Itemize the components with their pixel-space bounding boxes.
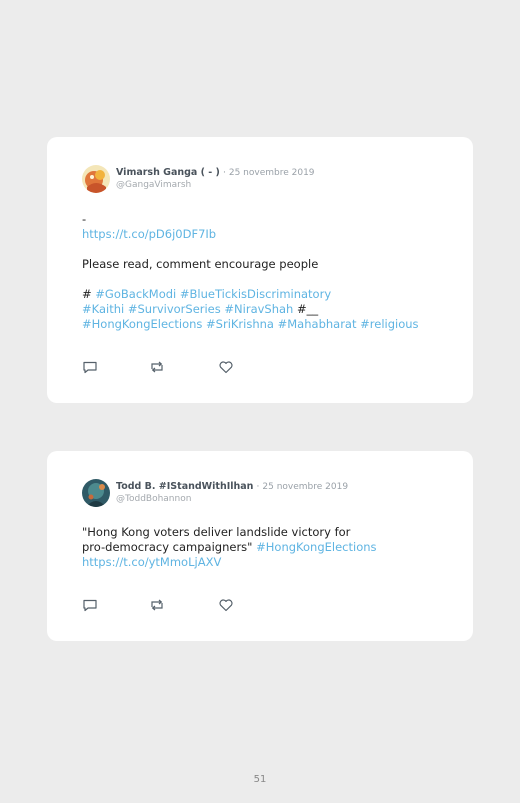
tweet-text-line: #Kaithi #SurvivorSeries #NiravShah #__	[82, 302, 318, 317]
author-name[interactable]: Vimarsh Ganga ( - )	[116, 167, 220, 178]
tweet-link[interactable]: https://t.co/ytMmoLjAXV	[82, 555, 221, 570]
retweet-icon[interactable]	[149, 359, 165, 375]
tweet-header: Vimarsh Ganga ( - ) · 25 novembre 2019	[116, 167, 315, 178]
separator: ·	[222, 168, 226, 178]
tweet-date[interactable]: 25 novembre 2019	[262, 482, 348, 492]
tweet-text-line: Please read, comment encourage people	[82, 257, 319, 271]
avatar[interactable]	[82, 479, 110, 507]
separator: ·	[256, 482, 260, 492]
tweet-text-line: pro-democracy campaigners" #HongKongElec…	[82, 540, 377, 555]
hashtags[interactable]: #Kaithi #SurvivorSeries #NiravShah	[82, 302, 293, 316]
avatar-image	[82, 165, 110, 193]
hash-text: #__	[297, 302, 319, 316]
quote-text: pro-democracy campaigners"	[82, 540, 253, 554]
author-handle[interactable]: @ToddBohannon	[116, 494, 191, 504]
reply-icon[interactable]	[82, 597, 98, 613]
tweet-text-line: # #GoBackModi #BlueTickisDiscriminatory	[82, 287, 331, 302]
hashtags[interactable]: #HongKongElections #SriKrishna #Mahabhar…	[82, 317, 419, 332]
tweet-card: Vimarsh Ganga ( - ) · 25 novembre 2019 @…	[47, 137, 473, 403]
hashtags[interactable]: #GoBackModi #BlueTickisDiscriminatory	[95, 287, 331, 301]
tweet-text-line: "Hong Kong voters deliver landslide vict…	[82, 525, 351, 539]
hashtag[interactable]: #HongKongElections	[256, 540, 376, 554]
tweet-card: Todd B. #IStandWithIlhan · 25 novembre 2…	[47, 451, 473, 641]
avatar[interactable]	[82, 165, 110, 193]
author-name[interactable]: Todd B. #IStandWithIlhan	[116, 481, 253, 492]
tweet-link[interactable]: https://t.co/pD6j0DF7Ib	[82, 227, 216, 242]
page-number: 51	[253, 774, 267, 785]
author-handle[interactable]: @GangaVimarsh	[116, 180, 191, 190]
avatar-image	[82, 479, 110, 507]
tweet-date[interactable]: 25 novembre 2019	[229, 168, 315, 178]
like-icon[interactable]	[218, 359, 234, 375]
hash-text: #	[82, 287, 92, 301]
retweet-icon[interactable]	[149, 597, 165, 613]
reply-icon[interactable]	[82, 359, 98, 375]
like-icon[interactable]	[218, 597, 234, 613]
tweet-header: Todd B. #IStandWithIlhan · 25 novembre 2…	[116, 481, 348, 492]
tweet-text-line: -	[82, 212, 87, 226]
